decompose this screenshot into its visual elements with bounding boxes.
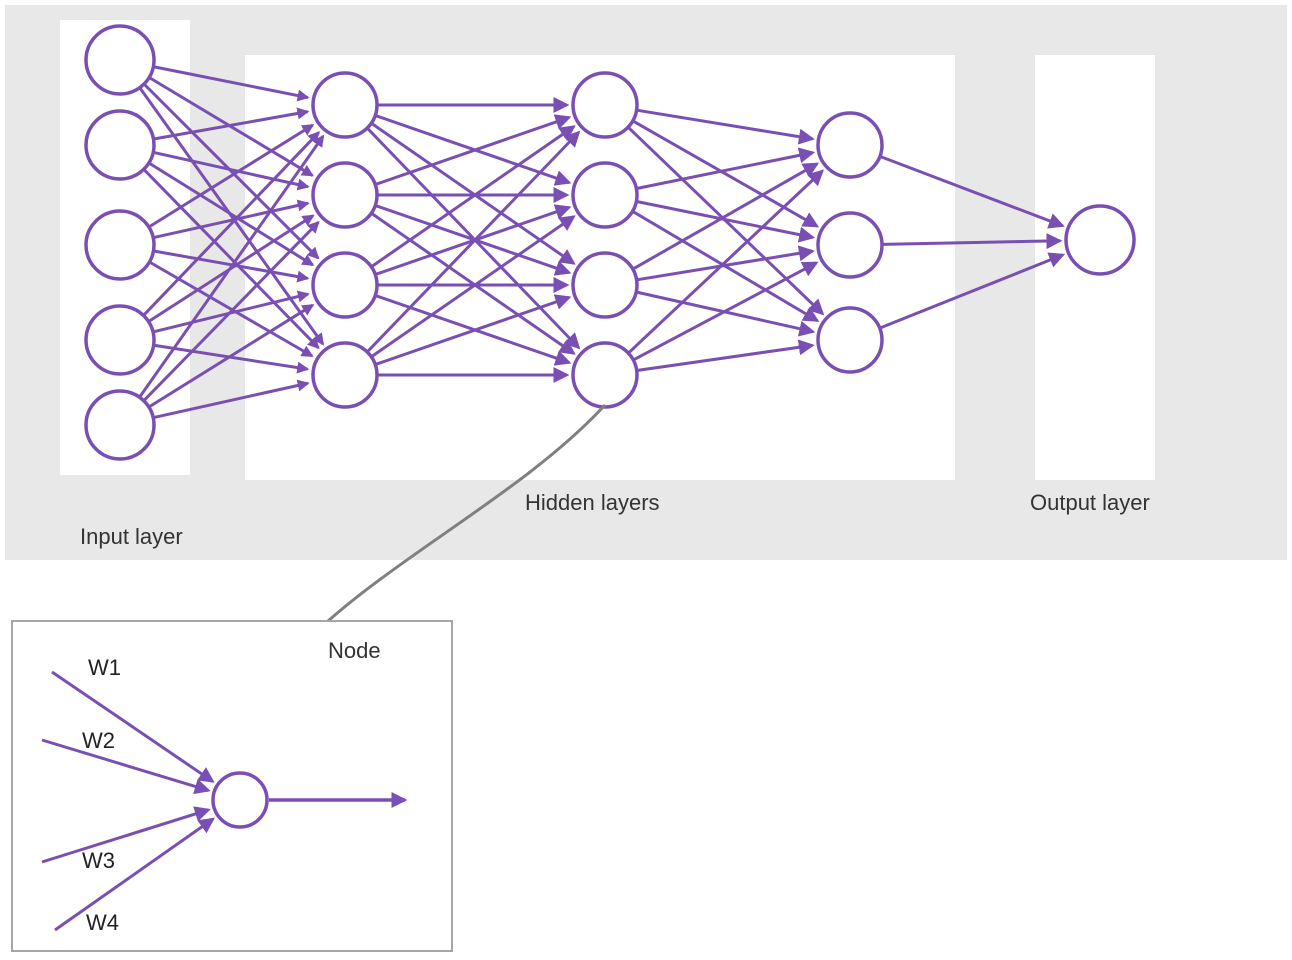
input-neuron [86, 391, 154, 459]
hidden2-neuron [573, 163, 637, 227]
node-detail-neuron [213, 773, 267, 827]
label-input-layer: Input layer [80, 524, 183, 550]
label-output-layer: Output layer [1030, 490, 1150, 516]
label-node-title: Node [328, 638, 381, 664]
input-neuron [86, 306, 154, 374]
weight-label-w4: W4 [86, 910, 119, 936]
output-neuron [1066, 206, 1134, 274]
hidden2-neuron [573, 253, 637, 317]
hidden2-neuron [573, 73, 637, 137]
hidden3-neuron [818, 113, 882, 177]
diagram-svg [0, 0, 1292, 960]
weight-label-w1: W1 [88, 655, 121, 681]
hidden1-neuron [313, 163, 377, 227]
hidden1-neuron [313, 343, 377, 407]
input-neuron [86, 211, 154, 279]
weight-label-w2: W2 [82, 728, 115, 754]
input-neuron [86, 111, 154, 179]
hidden3-neuron [818, 213, 882, 277]
label-hidden-layers: Hidden layers [525, 490, 660, 516]
weight-label-w3: W3 [82, 848, 115, 874]
hidden3-neuron [818, 308, 882, 372]
hidden2-neuron [573, 343, 637, 407]
hidden1-neuron [313, 73, 377, 137]
diagram-root: Input layer Hidden layers Output layer N… [0, 0, 1292, 960]
hidden1-neuron [313, 253, 377, 317]
input-neuron [86, 26, 154, 94]
